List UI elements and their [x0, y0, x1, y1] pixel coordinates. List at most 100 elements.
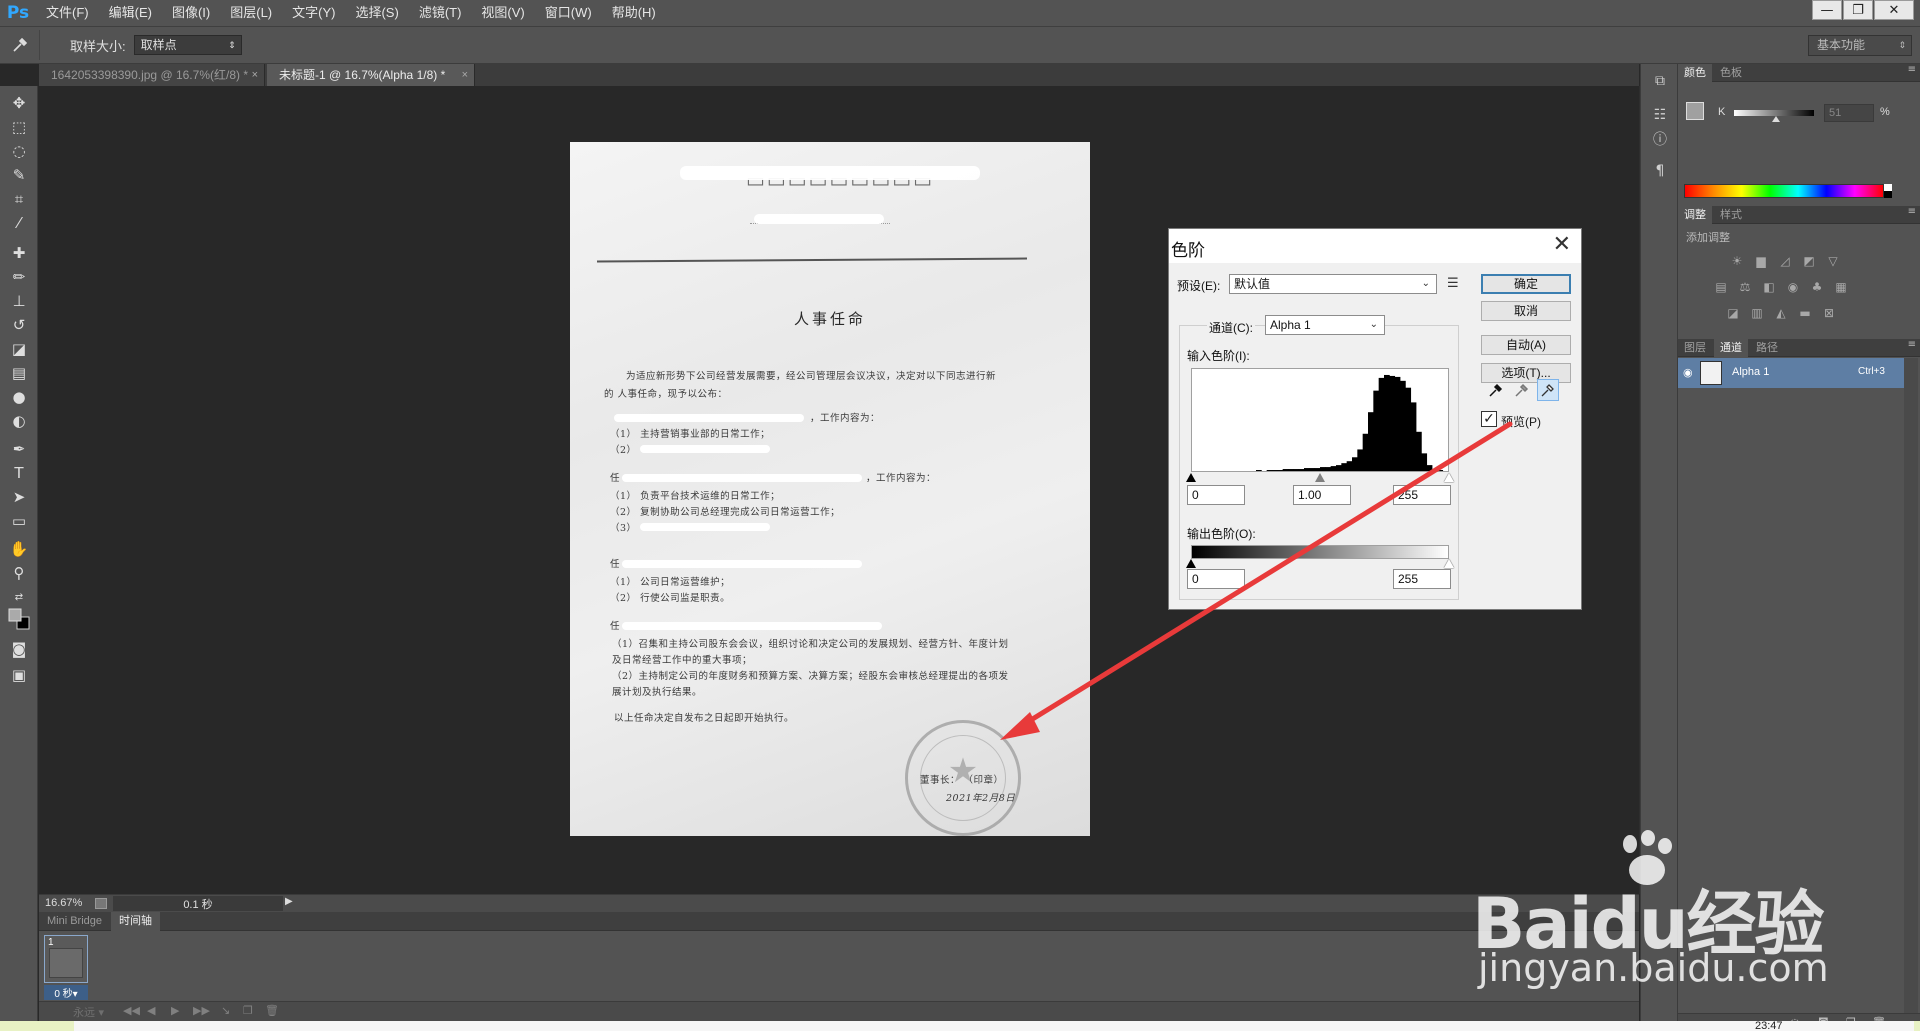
menu-layer[interactable]: 图层(L) — [220, 0, 282, 26]
menu-select[interactable]: 选择(S) — [345, 0, 408, 26]
input-white-slider[interactable] — [1444, 473, 1454, 482]
gradient-map-icon[interactable]: ▬ — [1796, 306, 1814, 322]
tab-adjustments[interactable]: 调整 — [1678, 206, 1712, 224]
workspace-select[interactable]: 基本功能 ⇕ — [1808, 35, 1912, 56]
exposure-icon[interactable]: ◩ — [1800, 254, 1818, 270]
path-select-tool-icon[interactable]: ➤ — [6, 486, 32, 508]
animation-frame[interactable]: 1 — [44, 935, 88, 983]
tab-document-1[interactable]: 1642053398390.jpg @ 16.7%(红/8) * × — [39, 64, 265, 86]
curves-icon[interactable]: ◿ — [1776, 254, 1794, 270]
close-button[interactable]: ✕ — [1874, 0, 1914, 20]
k-value-field[interactable]: 51 — [1824, 104, 1874, 122]
menu-type[interactable]: 文字(Y) — [282, 0, 345, 26]
selective-color-icon[interactable]: ⊠ — [1820, 306, 1838, 322]
marquee-tool-icon[interactable]: ⬚ — [6, 116, 32, 138]
k-slider-thumb[interactable] — [1772, 116, 1780, 122]
panel-menu-icon[interactable]: ≡ — [1908, 339, 1916, 350]
channel-select[interactable]: Alpha 1 ⌄ — [1265, 315, 1385, 335]
input-white-field[interactable] — [1393, 485, 1451, 505]
quick-select-tool-icon[interactable]: ✎ — [6, 164, 32, 186]
tab-document-2[interactable]: 未标题-1 @ 16.7%(Alpha 1/8) * × — [267, 64, 475, 86]
channel-row-alpha1[interactable]: ◉ Alpha 1 Ctrl+3 — [1678, 358, 1904, 388]
channel-mixer-icon[interactable]: ♣ — [1808, 280, 1826, 296]
tab-color[interactable]: 颜色 — [1678, 64, 1712, 82]
eraser-tool-icon[interactable]: ◪ — [6, 338, 32, 360]
gradient-tool-icon[interactable]: ▤ — [6, 362, 32, 384]
channels-scrollbar[interactable] — [1904, 358, 1918, 1013]
info-icon[interactable]: ⓘ — [1649, 128, 1671, 150]
panel-menu-icon[interactable]: ≡ — [1908, 206, 1916, 217]
posterize-icon[interactable]: ▥ — [1748, 306, 1766, 322]
hand-tool-icon[interactable]: ✋ — [6, 538, 32, 560]
output-white-slider[interactable] — [1444, 559, 1454, 568]
brush-tool-icon[interactable]: ✏ — [6, 266, 32, 288]
black-white-swatch[interactable] — [1884, 184, 1892, 198]
menu-help[interactable]: 帮助(H) — [602, 0, 666, 26]
first-frame-icon[interactable]: ◀◀ — [123, 1004, 140, 1017]
duplicate-frame-icon[interactable]: ❐ — [243, 1004, 253, 1017]
history-icon[interactable]: ⧉ — [1649, 70, 1671, 92]
input-black-field[interactable] — [1187, 485, 1245, 505]
color-balance-icon[interactable]: ⚖ — [1736, 280, 1754, 296]
black-eyedropper-icon[interactable] — [1485, 379, 1507, 401]
status-menu-arrow-icon[interactable]: ▶ — [285, 896, 293, 907]
foreground-color-swatch[interactable] — [1686, 102, 1704, 120]
paragraph-icon[interactable]: ¶ — [1649, 160, 1671, 182]
pen-tool-icon[interactable]: ✒ — [6, 438, 32, 460]
restore-button[interactable]: ❐ — [1843, 0, 1873, 20]
type-tool-icon[interactable]: T — [6, 462, 32, 484]
preset-options-icon[interactable]: ☰ — [1447, 276, 1459, 291]
close-tab-icon[interactable]: × — [252, 64, 258, 86]
menu-image[interactable]: 图像(I) — [162, 0, 220, 26]
shape-tool-icon[interactable]: ▭ — [6, 510, 32, 532]
loop-select[interactable]: 永远 ▾ — [73, 1004, 104, 1020]
play-icon[interactable]: ▶ — [171, 1004, 179, 1017]
menu-edit[interactable]: 编辑(E) — [99, 0, 162, 26]
color-lookup-icon[interactable]: ▦ — [1832, 280, 1850, 296]
history-brush-tool-icon[interactable]: ↺ — [6, 314, 32, 336]
tab-paths[interactable]: 路径 — [1750, 339, 1784, 357]
trash-icon[interactable]: 🗑 — [265, 1004, 279, 1017]
zoom-level[interactable]: 16.67% — [45, 897, 82, 909]
output-black-field[interactable] — [1187, 569, 1245, 589]
eyedropper-icon[interactable] — [0, 30, 40, 60]
dialog-titlebar[interactable]: 色阶 ✕ — [1169, 229, 1581, 263]
tab-channels[interactable]: 通道 — [1714, 339, 1748, 357]
gray-eyedropper-icon[interactable] — [1511, 379, 1533, 401]
vibrance-icon[interactable]: ▽ — [1824, 254, 1842, 270]
input-gamma-field[interactable] — [1293, 485, 1351, 505]
close-icon[interactable]: ✕ — [1553, 232, 1571, 257]
hue-saturation-icon[interactable]: ▤ — [1712, 280, 1730, 296]
threshold-icon[interactable]: ◭ — [1772, 306, 1790, 322]
lasso-tool-icon[interactable]: ◌ — [6, 140, 32, 162]
frame-delay-select[interactable]: 0 秒▾ — [44, 985, 88, 1000]
eye-icon[interactable]: ◉ — [1683, 366, 1693, 379]
menu-filter[interactable]: 滤镜(T) — [409, 0, 472, 26]
minimize-button[interactable]: — — [1812, 0, 1842, 20]
tab-styles[interactable]: 样式 — [1714, 206, 1748, 224]
move-tool-icon[interactable]: ✥ — [6, 92, 32, 114]
next-frame-icon[interactable]: ▶▶ — [193, 1004, 210, 1017]
input-gamma-slider[interactable] — [1315, 473, 1325, 482]
preset-select[interactable]: 默认值 ⌄ — [1229, 274, 1437, 294]
color-swatches-icon[interactable] — [6, 608, 32, 630]
dodge-tool-icon[interactable]: ◐ — [6, 410, 32, 432]
menu-file[interactable]: 文件(F) — [36, 0, 99, 26]
tween-icon[interactable]: ↘ — [221, 1004, 230, 1017]
tab-layers[interactable]: 图层 — [1678, 339, 1712, 357]
output-white-field[interactable] — [1393, 569, 1451, 589]
zoom-tool-icon[interactable]: ⚲ — [6, 562, 32, 584]
brightness-icon[interactable]: ☀ — [1728, 254, 1746, 270]
levels-icon[interactable]: ▆ — [1752, 254, 1770, 270]
healing-brush-tool-icon[interactable]: ✚ — [6, 242, 32, 264]
properties-icon[interactable]: ☷ — [1649, 104, 1671, 126]
crop-tool-icon[interactable]: ⌗ — [6, 188, 32, 210]
ok-button[interactable]: 确定 — [1481, 274, 1571, 294]
clone-stamp-tool-icon[interactable]: ⊥ — [6, 290, 32, 312]
auto-button[interactable]: 自动(A) — [1481, 335, 1571, 355]
eyedropper-tool-icon[interactable]: ⁄ — [6, 212, 32, 234]
tab-mini-bridge[interactable]: Mini Bridge — [39, 912, 110, 931]
prev-frame-icon[interactable]: ◀ — [147, 1004, 155, 1017]
black-white-icon[interactable]: ◧ — [1760, 280, 1778, 296]
panel-menu-icon[interactable]: ≡ — [1908, 64, 1916, 75]
